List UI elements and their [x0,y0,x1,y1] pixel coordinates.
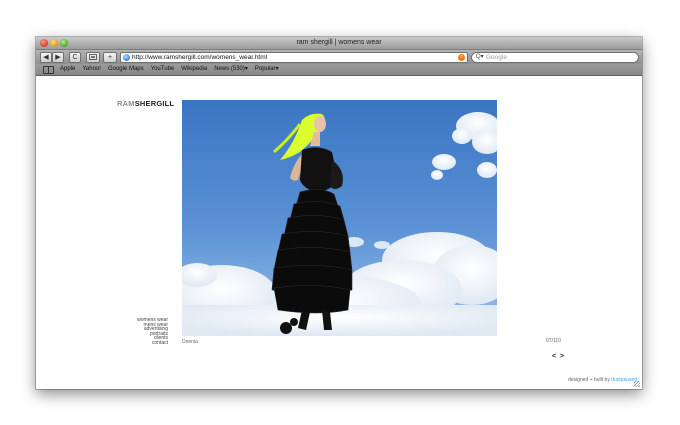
forward-button[interactable]: ▶ [52,52,64,63]
bookmark-popular[interactable]: Popular▾ [255,64,279,75]
bookmark-yahoo[interactable]: Yahoo! [82,64,101,75]
resize-grip-icon[interactable] [634,381,640,387]
tabs-icon [89,54,97,60]
rss-icon[interactable]: ≈ [458,54,465,61]
reload-button[interactable]: C [69,52,81,63]
fashion-photo-image [182,100,497,336]
bookmark-wikipedia[interactable]: Wikipedia [181,64,207,75]
bookmarks-bar: Apple Yahoo! Google Maps YouTube Wikiped… [36,64,642,76]
add-bookmark-button[interactable]: + [103,52,117,63]
bookmark-news[interactable]: News (530)▾ [214,64,248,75]
nav-contact[interactable]: contact [116,341,168,346]
search-placeholder: Google [486,54,507,61]
photo-caption: Dnenia [182,339,198,345]
photo-pager-arrows[interactable]: < > [552,353,565,360]
site-footer: designed + built by dustpaused [568,377,637,383]
back-arrow-icon: ◀ [43,54,49,61]
address-bar[interactable]: http://www.ramshergill.com/womens_wear.h… [120,52,468,63]
bookmark-items: Apple Yahoo! Google Maps YouTube Wikiped… [60,64,279,75]
bookmark-google-maps[interactable]: Google Maps [108,64,144,75]
plus-icon: + [107,54,113,61]
footer-credit: designed + built by [568,377,610,383]
search-icon: Q▾ [476,54,484,60]
search-field[interactable]: Q▾ Google [471,52,639,63]
tabs-button[interactable] [86,52,100,63]
site-globe-icon [123,54,130,61]
bookmark-youtube[interactable]: YouTube [151,64,175,75]
page-content: RAMSHERGILL womens wear mens wear advert… [36,76,642,389]
address-url[interactable]: http://www.ramshergill.com/womens_wear.h… [132,53,267,62]
browser-toolbar: ◀ ▶ C + http://www.ramshergill.com/women… [36,50,642,64]
logo-dark-part: SHERGILL [134,99,175,108]
reload-icon: C [72,54,78,61]
site-logo[interactable]: RAMSHERGILL [117,99,174,108]
title-bar: ram shergill | womens wear [36,37,642,50]
logo-light-part: RAM [117,99,135,108]
window-title: ram shergill | womens wear [296,39,382,46]
bookmark-apple[interactable]: Apple [60,64,75,75]
featured-photo[interactable] [182,100,497,336]
site-nav: womens wear mens wear advertising portra… [116,318,168,346]
photo-counter: 07/110 [546,338,561,344]
forward-arrow-icon: ▶ [55,54,61,61]
browser-window: ram shergill | womens wear ◀ ▶ C + http:… [36,37,642,389]
bookmarks-book-icon[interactable] [43,66,54,74]
back-button[interactable]: ◀ [40,52,52,63]
